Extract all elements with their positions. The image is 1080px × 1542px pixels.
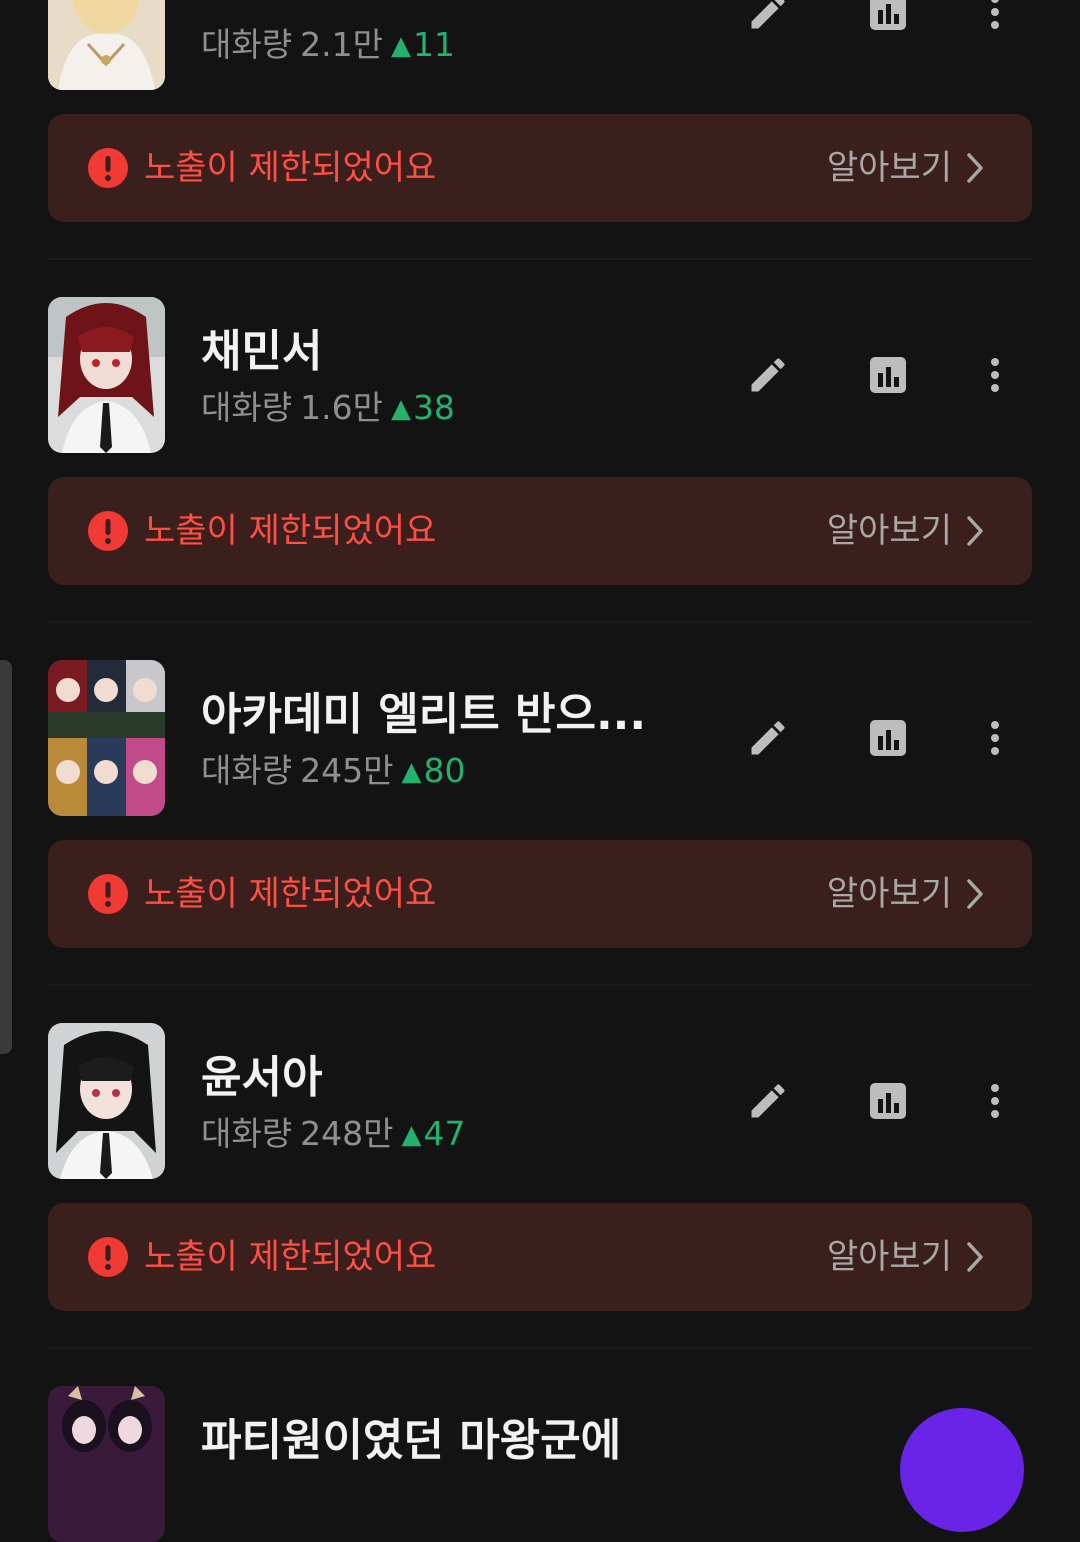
- stats-button[interactable]: [858, 1071, 918, 1131]
- more-vertical-icon: [991, 0, 999, 29]
- exposure-restricted-banner[interactable]: 노출이 제한되었어요 알아보기: [48, 114, 1032, 222]
- alert-circle-icon: [88, 511, 128, 551]
- chat-count-value: 248만: [300, 1114, 394, 1153]
- stats-chart-icon: [870, 357, 906, 393]
- divider: [48, 258, 1032, 260]
- character-name: 아카데미 엘리트 반으...: [201, 690, 647, 740]
- edit-button[interactable]: [738, 0, 798, 42]
- scrollbar-thumb[interactable]: [0, 660, 12, 1054]
- chat-count-delta: 11: [412, 25, 455, 64]
- more-options-button[interactable]: [965, 0, 1025, 42]
- character-thumbnail[interactable]: [48, 297, 165, 453]
- character-card[interactable]: 아카데미 엘리트 반으... 대화량 245만 ▲80: [48, 660, 1032, 816]
- edit-button[interactable]: [738, 1071, 798, 1131]
- character-card[interactable]: 대화량 2.1만 ▲11: [48, 0, 1032, 90]
- edit-pencil-icon: [751, 721, 785, 755]
- chevron-right-icon: [967, 1242, 983, 1272]
- chat-count-label: 대화량: [201, 388, 293, 427]
- trend-up-icon: ▲: [401, 1120, 422, 1150]
- learn-more-label: 알아보기: [826, 511, 952, 551]
- learn-more-label: 알아보기: [826, 1237, 952, 1277]
- learn-more-label: 알아보기: [826, 148, 952, 188]
- stats-button[interactable]: [858, 708, 918, 768]
- chat-count-label: 대화량: [201, 25, 293, 64]
- warning-message: 노출이 제한되었어요: [144, 1237, 437, 1277]
- chat-count-value: 1.6만: [300, 388, 383, 427]
- character-thumbnail[interactable]: [48, 1023, 165, 1179]
- chat-count-delta: 80: [423, 751, 466, 790]
- learn-more-link[interactable]: 알아보기: [827, 870, 984, 918]
- character-thumbnail[interactable]: [48, 0, 165, 90]
- character-thumbnail[interactable]: [48, 1386, 165, 1542]
- edit-pencil-icon: [751, 1084, 785, 1118]
- character-card[interactable]: 채민서 대화량 1.6만 ▲38: [48, 297, 1032, 453]
- stats-chart-icon: [870, 0, 906, 30]
- character-card[interactable]: 윤서아 대화량 248만 ▲47: [48, 1023, 1032, 1179]
- learn-more-link[interactable]: 알아보기: [827, 507, 984, 555]
- exposure-restricted-banner[interactable]: 노출이 제한되었어요 알아보기: [48, 840, 1032, 948]
- trend-up-icon: ▲: [390, 394, 411, 424]
- trend-up-icon: ▲: [401, 757, 422, 787]
- character-list: 대화량 2.1만 ▲11 노출이 제한되었어요 알아보기 채민서 대화량 1.6…: [0, 0, 1080, 1542]
- chevron-right-icon: [967, 153, 983, 183]
- character-thumbnail[interactable]: [48, 660, 165, 816]
- chat-count: 대화량 248만 ▲47: [201, 1114, 465, 1154]
- more-vertical-icon: [991, 721, 999, 755]
- chat-count-label: 대화량: [201, 1114, 293, 1153]
- chat-count: 대화량 2.1만 ▲11: [201, 25, 455, 65]
- more-options-button[interactable]: [965, 1071, 1025, 1131]
- learn-more-link[interactable]: 알아보기: [827, 144, 984, 192]
- alert-circle-icon: [88, 1237, 128, 1277]
- exposure-restricted-banner[interactable]: 노출이 제한되었어요 알아보기: [48, 477, 1032, 585]
- chat-count-delta: 47: [423, 1114, 466, 1153]
- chat-count-label: 대화량: [201, 751, 293, 790]
- warning-message: 노출이 제한되었어요: [144, 511, 437, 551]
- edit-pencil-icon: [751, 0, 785, 29]
- chevron-right-icon: [967, 879, 983, 909]
- edit-pencil-icon: [751, 358, 785, 392]
- edit-button[interactable]: [738, 345, 798, 405]
- more-options-button[interactable]: [965, 345, 1025, 405]
- more-vertical-icon: [991, 1084, 999, 1118]
- warning-message: 노출이 제한되었어요: [144, 148, 437, 188]
- warning-message: 노출이 제한되었어요: [144, 874, 437, 914]
- alert-circle-icon: [88, 148, 128, 188]
- more-vertical-icon: [991, 358, 999, 392]
- exposure-restricted-banner[interactable]: 노출이 제한되었어요 알아보기: [48, 1203, 1032, 1311]
- character-name: 윤서아: [201, 1053, 323, 1103]
- character-name: 채민서: [201, 327, 323, 377]
- stats-button[interactable]: [858, 345, 918, 405]
- more-options-button[interactable]: [965, 708, 1025, 768]
- create-character-fab[interactable]: [900, 1408, 1024, 1532]
- divider: [48, 621, 1032, 623]
- chat-count: 대화량 245만 ▲80: [201, 751, 465, 791]
- divider: [48, 984, 1032, 986]
- chat-count-delta: 38: [412, 388, 455, 427]
- stats-chart-icon: [870, 1083, 906, 1119]
- character-name: 파티원이였던 마왕군에: [201, 1416, 622, 1466]
- learn-more-link[interactable]: 알아보기: [827, 1233, 984, 1281]
- chat-count-value: 245만: [300, 751, 394, 790]
- trend-up-icon: ▲: [390, 31, 411, 61]
- chevron-right-icon: [967, 516, 983, 546]
- edit-button[interactable]: [738, 708, 798, 768]
- chat-count: 대화량 1.6만 ▲38: [201, 388, 455, 428]
- stats-button[interactable]: [858, 0, 918, 42]
- character-card[interactable]: 파티원이였던 마왕군에: [48, 1386, 1032, 1542]
- chat-count-value: 2.1만: [300, 25, 383, 64]
- learn-more-label: 알아보기: [826, 874, 952, 914]
- divider: [48, 1347, 1032, 1349]
- stats-chart-icon: [870, 720, 906, 756]
- alert-circle-icon: [88, 874, 128, 914]
